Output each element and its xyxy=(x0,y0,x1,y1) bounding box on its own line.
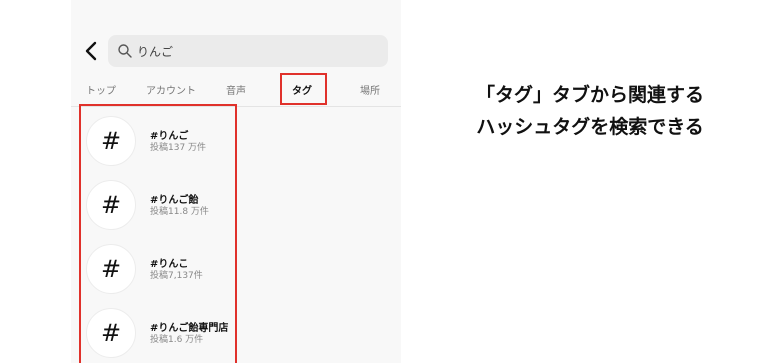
caption-line-1: 「タグ」タブから関連する xyxy=(475,84,704,106)
search-input[interactable]: りんご xyxy=(108,35,388,67)
search-query: りんご xyxy=(137,45,174,59)
chevron-left-icon xyxy=(85,41,97,61)
tab-audio[interactable]: 音声 xyxy=(226,82,246,97)
results-highlight-box xyxy=(79,104,237,363)
tags-tab-highlight-box xyxy=(280,73,327,105)
caption-line-2: ハッシュタグを検索できる xyxy=(476,116,704,138)
tab-top[interactable]: トップ xyxy=(86,82,116,97)
tab-accounts[interactable]: アカウント xyxy=(146,82,196,97)
search-icon xyxy=(118,44,132,58)
back-button[interactable] xyxy=(82,40,102,62)
tab-places[interactable]: 場所 xyxy=(360,82,380,97)
